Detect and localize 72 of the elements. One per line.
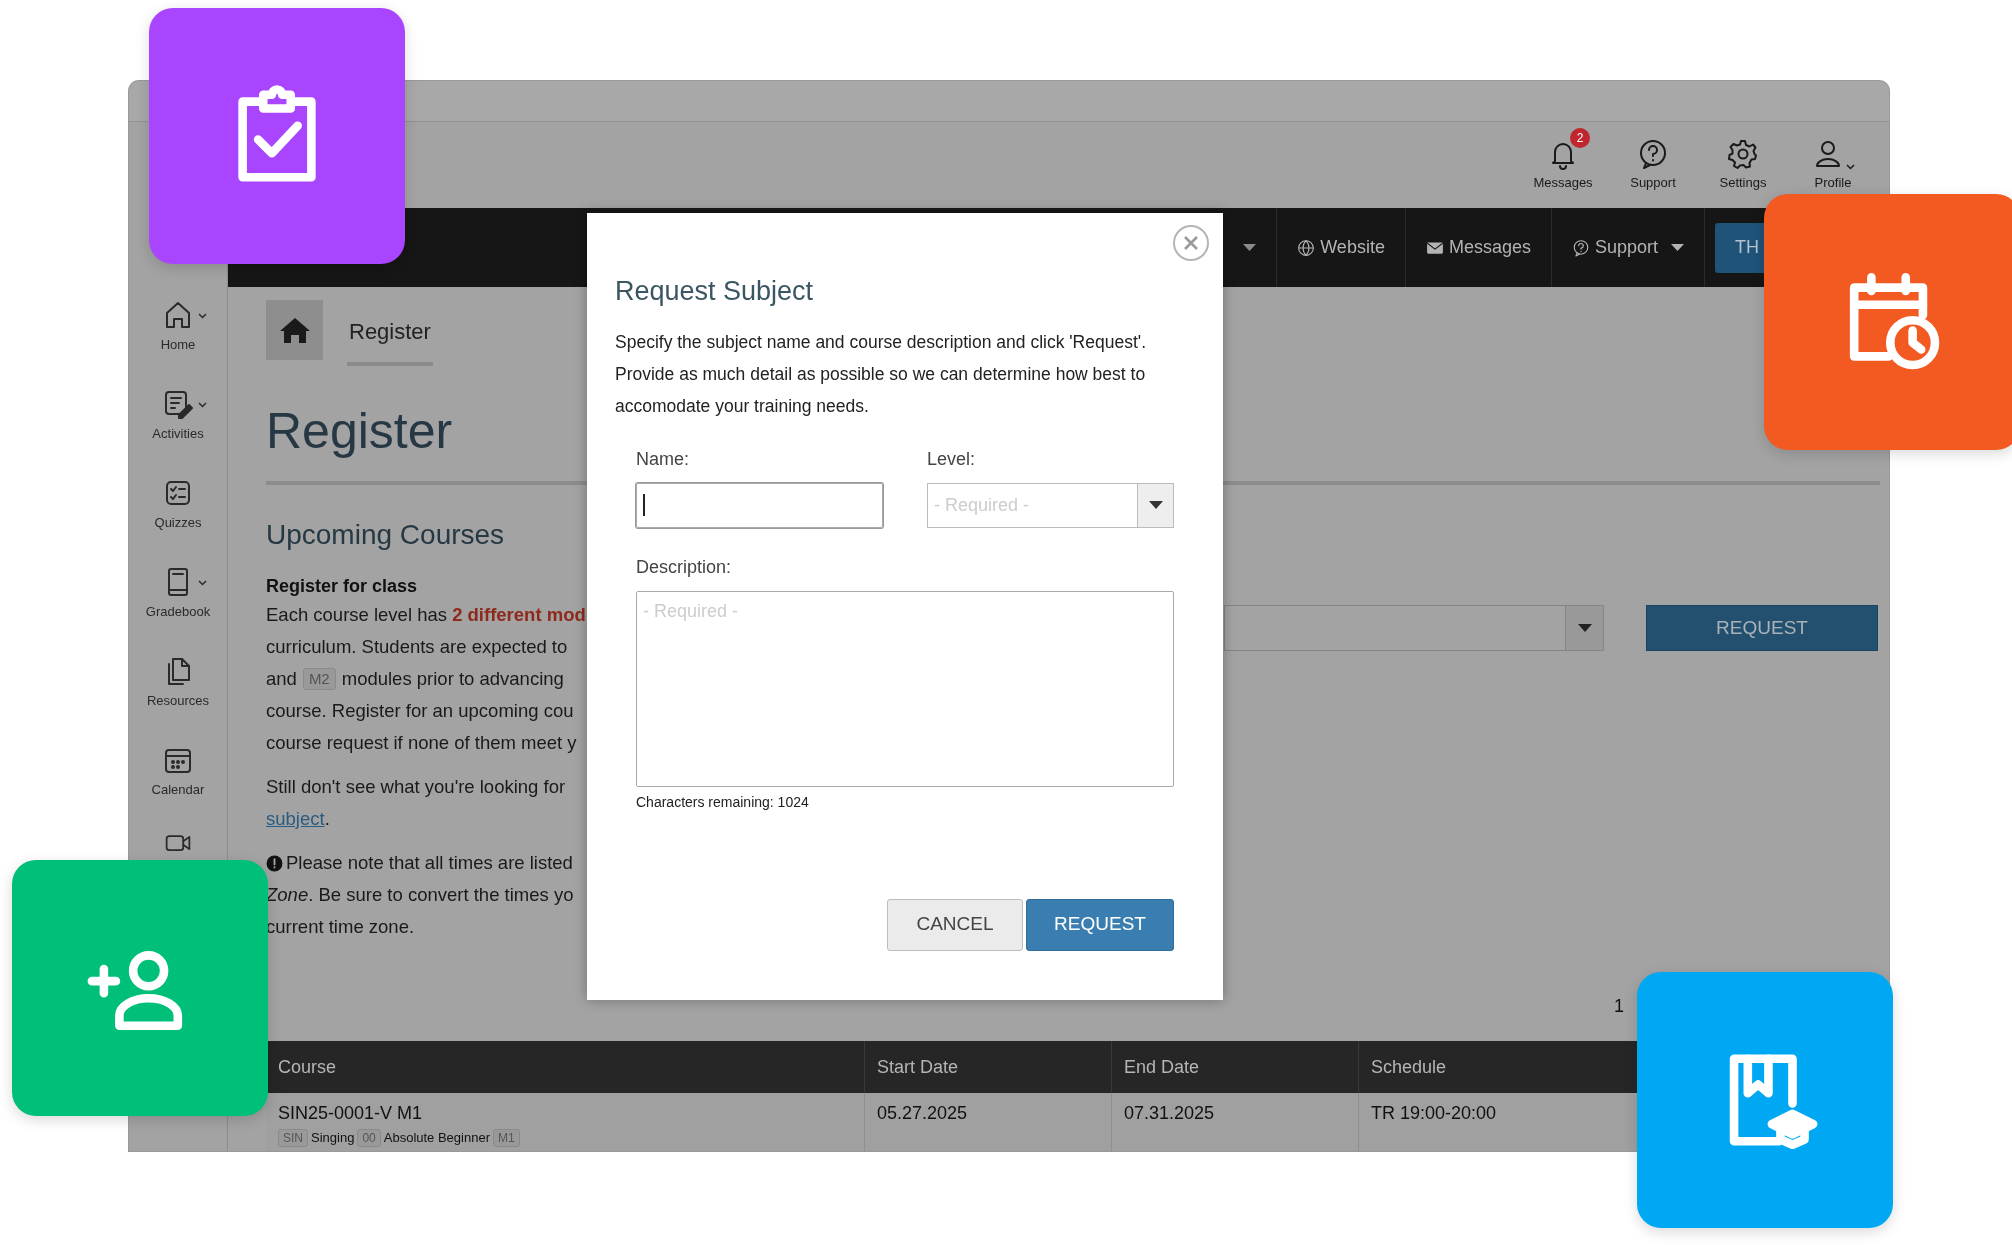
text-line: course. Register for an upcoming cou bbox=[266, 699, 574, 724]
nav-link[interactable]: Support bbox=[1550, 208, 1704, 287]
text-line: course request if none of them meet y bbox=[266, 731, 577, 756]
text-line: Zone. Be sure to convert the times yo bbox=[266, 883, 574, 908]
chevron-icon bbox=[198, 313, 207, 319]
tag: 00 bbox=[357, 1128, 381, 1147]
caret-icon bbox=[1148, 501, 1163, 509]
sidebar-item[interactable]: Calendar bbox=[129, 740, 227, 829]
settings-icon bbox=[1727, 137, 1759, 170]
text-line: current time zone. bbox=[266, 915, 415, 940]
dialog-text: Specify the subject name and course description and click 'Request'. Provide as much detail as possible so we can determine how best to accomodate your training needs. bbox=[615, 330, 1147, 418]
dialog-title: Request Subject bbox=[615, 275, 815, 308]
text-line: . bbox=[324, 807, 330, 832]
chevron-icon bbox=[1845, 163, 1855, 170]
character-count: Characters remaining: 1024 bbox=[636, 792, 810, 812]
text-line: Still don't see what you're looking for bbox=[266, 775, 566, 800]
text-line: curriculum. Students are expected to bbox=[266, 635, 568, 660]
close-button[interactable] bbox=[1173, 225, 1209, 261]
caret-icon[interactable] bbox=[1243, 244, 1257, 251]
alert-icon bbox=[266, 854, 283, 872]
help-icon bbox=[1637, 137, 1669, 170]
chevron-icon bbox=[198, 580, 207, 586]
field-label: Description: bbox=[636, 555, 733, 579]
page-title: Register bbox=[266, 402, 453, 461]
sidebar-item[interactable]: Home bbox=[129, 295, 227, 384]
tag-label: Absolute Beginner bbox=[383, 1129, 490, 1147]
text-line: and bbox=[266, 667, 297, 692]
page-number[interactable]: 1 bbox=[1614, 993, 1624, 1020]
sidebar-item[interactable]: Activities bbox=[129, 384, 227, 473]
table-cell: 05.27.2025 bbox=[877, 1103, 968, 1123]
text-line: Please note that all times are listed bbox=[286, 851, 573, 876]
toolbar-button[interactable]: Settings bbox=[1719, 137, 1767, 193]
nav-button[interactable]: TH bbox=[1715, 222, 1764, 273]
nav-link[interactable]: Messages bbox=[1404, 208, 1551, 287]
table-cell-text: SIN25-0001-V M1 bbox=[278, 1102, 424, 1125]
home-button[interactable] bbox=[266, 300, 323, 360]
toolbar-button[interactable]: Profile bbox=[1811, 137, 1855, 193]
column-header[interactable]: Course bbox=[266, 1041, 864, 1093]
breadcrumb-link[interactable]: Register bbox=[347, 315, 433, 366]
column-header[interactable]: End Date bbox=[1111, 1041, 1358, 1093]
tag: M1 bbox=[493, 1128, 520, 1147]
cancel-button[interactable]: CANCEL bbox=[887, 898, 1023, 951]
nav-link[interactable]: Website bbox=[1276, 208, 1405, 287]
home-icon bbox=[278, 316, 311, 344]
section-title: Upcoming Courses bbox=[266, 518, 506, 552]
toolbar-button[interactable]: Support bbox=[1630, 137, 1676, 193]
text-line: Each course level has 2 different mod bbox=[266, 603, 586, 628]
section-heading: Register for class bbox=[266, 575, 419, 598]
tag-label: Singing bbox=[311, 1129, 355, 1147]
sidebar-item[interactable]: Resources bbox=[129, 651, 227, 740]
chevron-icon bbox=[198, 402, 207, 408]
sidebar-item[interactable]: Quizzes bbox=[129, 473, 227, 562]
notification-badge: 2 bbox=[1570, 127, 1590, 148]
sidebar-item[interactable]: Gradebook bbox=[129, 562, 227, 651]
tag: SIN bbox=[278, 1128, 308, 1147]
tag: M2 bbox=[302, 668, 336, 690]
name-field[interactable] bbox=[636, 482, 883, 528]
field-label: Level: bbox=[927, 447, 977, 471]
table-cell: TR 19:00-20:00 bbox=[1371, 1103, 1497, 1123]
globe-icon bbox=[1297, 238, 1316, 257]
text-cursor bbox=[643, 494, 645, 516]
text-line: modules prior to advancing bbox=[341, 667, 564, 692]
field-label: Name: bbox=[636, 447, 690, 471]
caret-icon bbox=[1671, 244, 1684, 251]
close-icon bbox=[1184, 236, 1198, 250]
request-button[interactable]: REQUEST bbox=[1646, 605, 1878, 651]
help-icon bbox=[1571, 238, 1590, 257]
activities-icon bbox=[162, 388, 194, 420]
table-cell: 07.31.2025 bbox=[1124, 1103, 1215, 1123]
request-button[interactable]: REQUEST bbox=[1026, 898, 1174, 951]
column-header[interactable]: Start Date bbox=[864, 1041, 1111, 1093]
caret-icon bbox=[1577, 624, 1592, 632]
